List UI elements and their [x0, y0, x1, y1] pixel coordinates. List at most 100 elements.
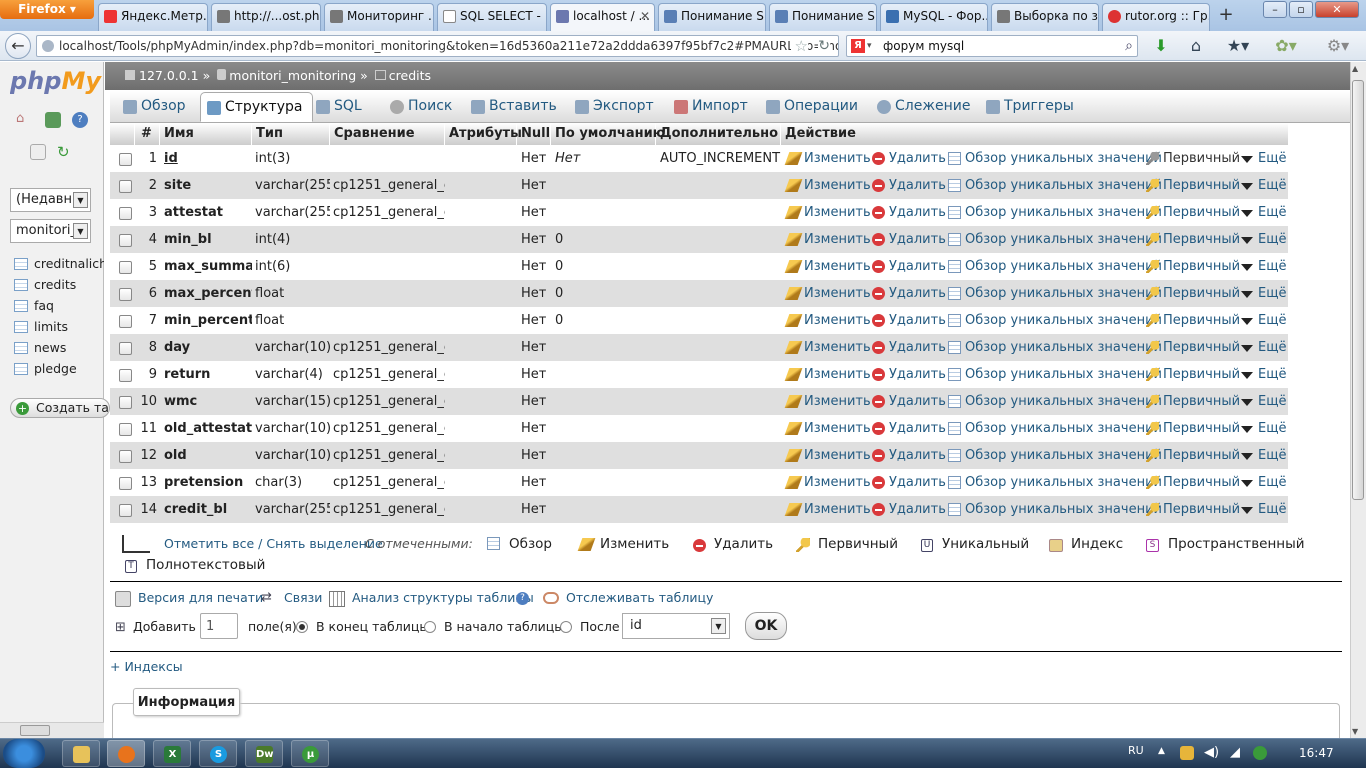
delete-action[interactable]: Удалить: [871, 307, 946, 334]
bulk-primary-button[interactable]: Первичный: [818, 536, 898, 552]
addon-icon[interactable]: ✿▾: [1266, 35, 1306, 57]
after-radio[interactable]: [560, 621, 572, 633]
more-action[interactable]: Ещё: [1240, 442, 1286, 469]
primary-action[interactable]: Первичный: [1145, 469, 1240, 496]
browse-unique-action[interactable]: Обзор уникальных значений: [947, 361, 1162, 388]
minimize-window-button[interactable]: –: [1263, 1, 1287, 18]
tab-import[interactable]: Импорт: [668, 92, 758, 122]
bulk-fulltext-button[interactable]: Полнотекстовый: [146, 557, 265, 573]
row-checkbox[interactable]: [119, 504, 132, 517]
primary-action[interactable]: Первичный: [1145, 361, 1240, 388]
home-icon[interactable]: ⌂: [16, 111, 32, 127]
browser-tab[interactable]: MySQL - Фор...: [880, 3, 988, 31]
bulk-edit-button[interactable]: Изменить: [600, 536, 669, 552]
browser-tab[interactable]: SQL SELECT - ...: [437, 3, 547, 31]
scroll-up-icon[interactable]: ▲: [1352, 64, 1358, 73]
ok-button[interactable]: OK: [745, 612, 787, 640]
browse-unique-action[interactable]: Обзор уникальных значений: [947, 253, 1162, 280]
edit-action[interactable]: Изменить: [784, 253, 871, 280]
more-action[interactable]: Ещё: [1240, 172, 1286, 199]
row-checkbox[interactable]: [119, 450, 132, 463]
browse-unique-action[interactable]: Обзор уникальных значений: [947, 226, 1162, 253]
browser-tab[interactable]: Выборка по з...: [991, 3, 1099, 31]
engine-dropdown-icon[interactable]: ▾: [867, 36, 872, 56]
more-action[interactable]: Ещё: [1240, 280, 1286, 307]
primary-action[interactable]: Первичный: [1145, 253, 1240, 280]
more-action[interactable]: Ещё: [1240, 307, 1286, 334]
sidebar-item-news[interactable]: news: [14, 338, 104, 358]
clock[interactable]: 16:47: [1299, 746, 1334, 760]
taskbar-excel[interactable]: X: [153, 740, 191, 767]
track-table-link[interactable]: Отслеживать таблицу: [566, 590, 713, 605]
scroll-down-icon[interactable]: ▼: [1352, 727, 1358, 736]
bulk-spatial-button[interactable]: Пространственный: [1168, 536, 1305, 552]
sidebar-item-pledge[interactable]: pledge: [14, 359, 104, 379]
browse-unique-action[interactable]: Обзор уникальных значений: [947, 307, 1162, 334]
primary-action[interactable]: Первичный: [1145, 388, 1240, 415]
network-icon[interactable]: ◢: [1230, 745, 1240, 760]
edit-action[interactable]: Изменить: [784, 469, 871, 496]
browse-unique-action[interactable]: Обзор уникальных значений: [947, 469, 1162, 496]
create-table-button[interactable]: + Создать таб: [10, 398, 110, 418]
row-checkbox[interactable]: [119, 396, 132, 409]
reload-icon[interactable]: ↻: [818, 36, 830, 56]
close-tab-icon[interactable]: ✕: [640, 4, 650, 28]
tools-icon[interactable]: ⚙▾: [1318, 35, 1358, 57]
taskbar-dreamweaver[interactable]: Dw: [245, 740, 283, 767]
tab-export[interactable]: Экспорт: [569, 92, 664, 122]
row-checkbox[interactable]: [119, 261, 132, 274]
row-checkbox[interactable]: [119, 180, 132, 193]
taskbar-skype[interactable]: S: [199, 740, 237, 767]
edit-action[interactable]: Изменить: [784, 334, 871, 361]
close-window-button[interactable]: ✕: [1315, 1, 1359, 18]
print-view-link[interactable]: Версия для печати: [138, 590, 263, 605]
delete-action[interactable]: Удалить: [871, 199, 946, 226]
field-count-input[interactable]: [200, 613, 238, 639]
row-checkbox[interactable]: [119, 153, 132, 166]
bookmarks-menu-icon[interactable]: ★▾: [1222, 35, 1254, 57]
delete-action[interactable]: Удалить: [871, 145, 946, 172]
primary-action[interactable]: Первичный: [1145, 280, 1240, 307]
phpmyadmin-logo[interactable]: phpMy: [10, 67, 104, 95]
reload-navigation-icon[interactable]: ↻: [57, 144, 73, 160]
browser-tab[interactable]: http://...ost.php: [211, 3, 321, 31]
logout-icon[interactable]: [45, 112, 61, 128]
browse-unique-action[interactable]: Обзор уникальных значений: [947, 496, 1162, 523]
tab-browse[interactable]: Обзор: [117, 92, 196, 122]
delete-action[interactable]: Удалить: [871, 469, 946, 496]
edit-action[interactable]: Изменить: [784, 145, 871, 172]
volume-icon[interactable]: ◀): [1204, 745, 1219, 760]
more-action[interactable]: Ещё: [1240, 496, 1286, 523]
browse-unique-action[interactable]: Обзор уникальных значений: [947, 442, 1162, 469]
browser-tab[interactable]: Мониторинг ...: [324, 3, 434, 31]
more-action[interactable]: Ещё: [1240, 199, 1286, 226]
primary-action[interactable]: Первичный: [1145, 442, 1240, 469]
tab-search[interactable]: Поиск: [384, 92, 462, 122]
delete-action[interactable]: Удалить: [871, 334, 946, 361]
sidebar-item-limits[interactable]: limits: [14, 317, 104, 337]
breadcrumb-database[interactable]: monitori_monitoring: [229, 68, 356, 83]
browse-unique-action[interactable]: Обзор уникальных значений: [947, 280, 1162, 307]
header-name[interactable]: Имя: [160, 123, 252, 145]
new-tab-button[interactable]: +: [1213, 4, 1239, 28]
row-checkbox[interactable]: [119, 288, 132, 301]
primary-action[interactable]: Первичный: [1145, 199, 1240, 226]
bookmark-star-icon[interactable]: ☆: [790, 36, 808, 56]
language-indicator[interactable]: RU: [1128, 744, 1144, 757]
more-action[interactable]: Ещё: [1240, 388, 1286, 415]
taskbar-explorer[interactable]: [62, 740, 100, 767]
address-bar[interactable]: localhost/Tools/phpMyAdmin/index.php?db=…: [36, 35, 839, 57]
tab-triggers[interactable]: Триггеры: [980, 92, 1084, 122]
edit-action[interactable]: Изменить: [784, 415, 871, 442]
edit-action[interactable]: Изменить: [784, 226, 871, 253]
analyze-structure-link[interactable]: Анализ структуры таблицы: [352, 590, 534, 605]
back-button[interactable]: ←: [5, 33, 31, 59]
firefox-menu-button[interactable]: Firefox ▾: [0, 0, 94, 19]
row-checkbox[interactable]: [119, 342, 132, 355]
breadcrumb-table[interactable]: credits: [389, 68, 431, 83]
bulk-unique-button[interactable]: Уникальный: [942, 536, 1029, 552]
edit-action[interactable]: Изменить: [784, 307, 871, 334]
edit-action[interactable]: Изменить: [784, 361, 871, 388]
delete-action[interactable]: Удалить: [871, 442, 946, 469]
delete-action[interactable]: Удалить: [871, 496, 946, 523]
